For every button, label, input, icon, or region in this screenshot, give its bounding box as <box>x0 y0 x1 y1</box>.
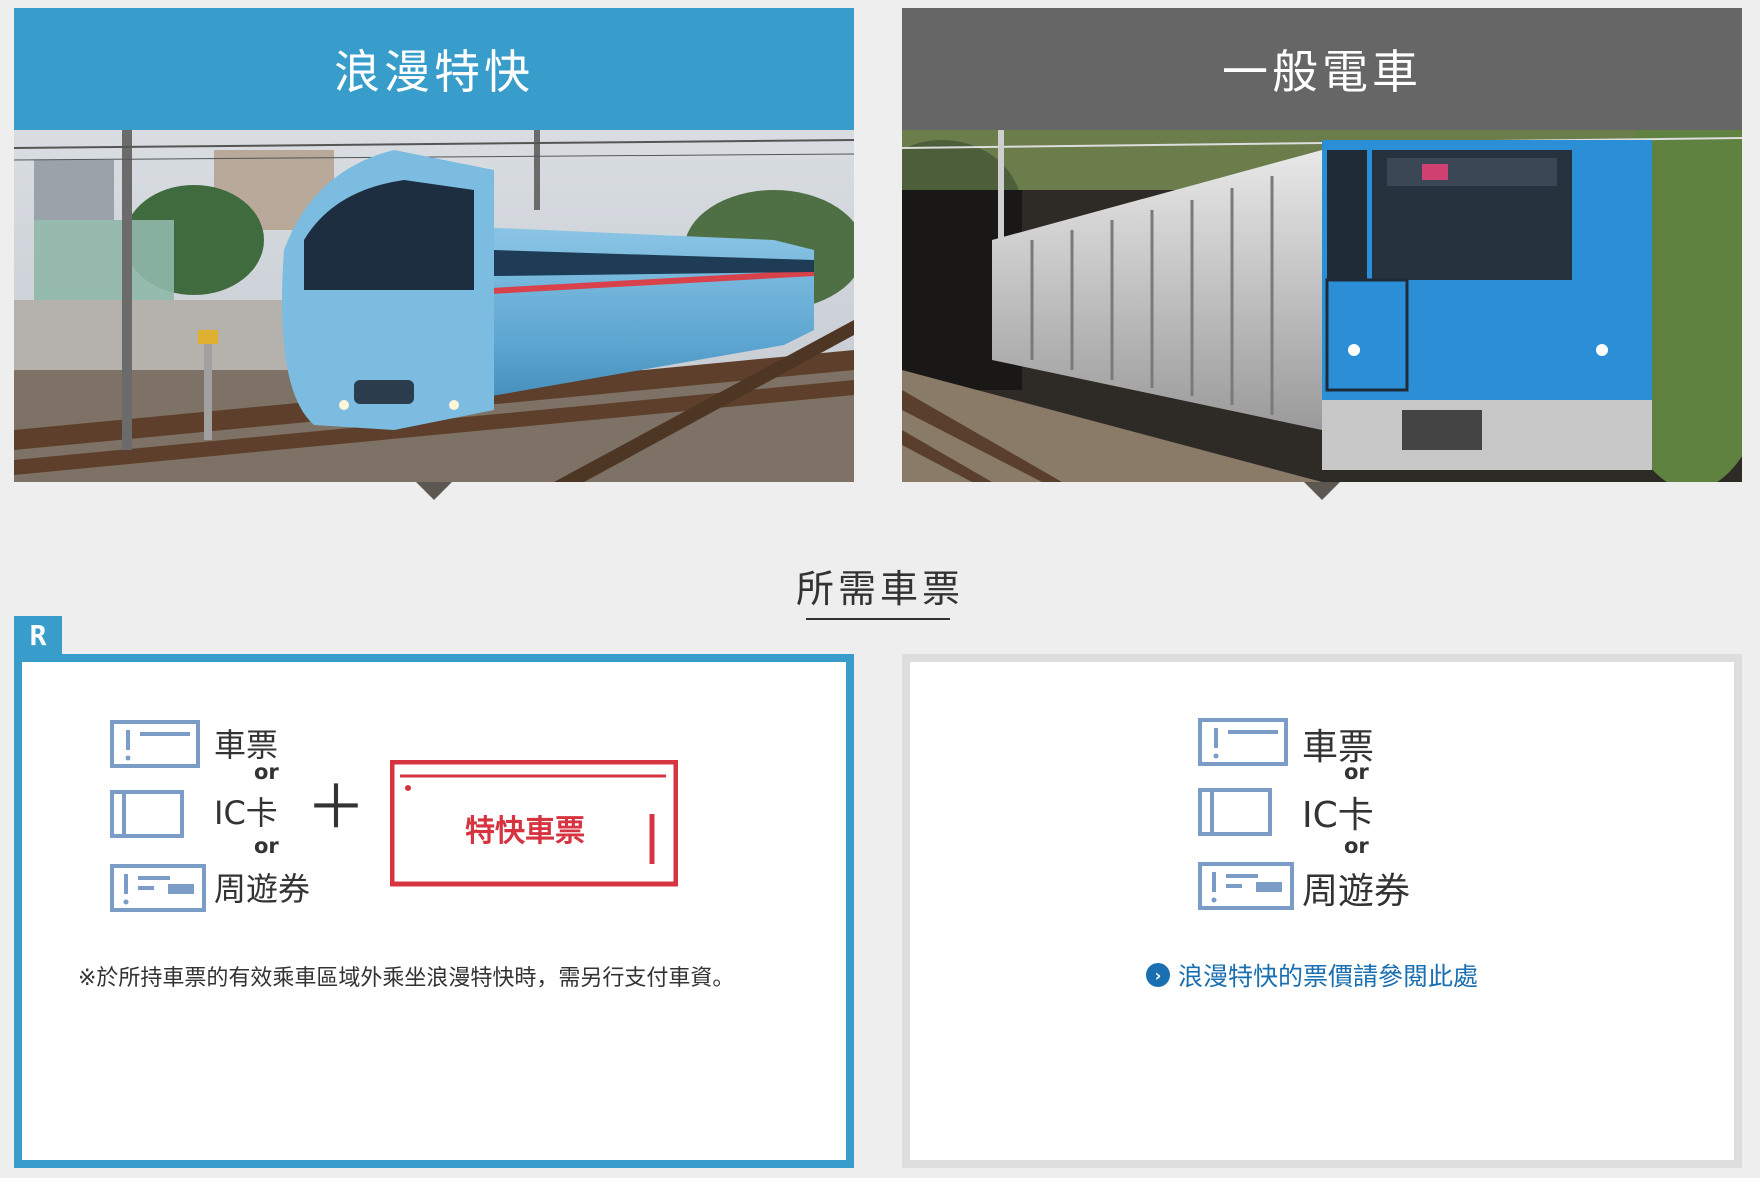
ic-card-icon <box>1198 788 1272 836</box>
romancecar-title: 浪漫特快 <box>334 45 534 99</box>
ic-card-icon <box>110 790 184 838</box>
or-label: or <box>1344 834 1369 858</box>
ticket-label-ic-card: IC卡 <box>214 794 278 832</box>
romancecar-fare-link[interactable]: › 浪漫特快的票價請參閱此處 <box>1146 957 1478 993</box>
ticket-icon <box>1198 718 1288 766</box>
local-train-pointer <box>1304 482 1340 500</box>
romancecar-badge: R <box>14 616 62 654</box>
local-train-image <box>902 130 1742 482</box>
plus-sign: ＋ <box>306 773 366 843</box>
romancecar-photo <box>14 130 854 482</box>
local-train-ticket-panel: 車票 or IC卡 or 周遊券 › 浪漫特快的票價請參閱此處 <box>902 654 1742 1168</box>
local-train-header: 一般電車 <box>902 8 1742 130</box>
section-title: 所需車票 <box>795 567 964 611</box>
ticket-label-ic-card: IC卡 <box>1302 795 1374 836</box>
pass-icon <box>110 864 206 912</box>
fare-note: ※於所持車票的有效乘車區域外乘坐浪漫特快時，需另行支付車資。 <box>78 966 735 991</box>
ticket-label-pass: 周遊券 <box>214 870 311 908</box>
local-train-title: 一般電車 <box>1222 45 1422 99</box>
or-label: or <box>254 834 279 858</box>
or-label: or <box>1344 760 1369 784</box>
ticket-label-pass: 周遊券 <box>1302 871 1411 912</box>
romancecar-card[interactable]: 浪漫特快 <box>14 8 854 500</box>
express-ticket: 特快車票 <box>390 760 678 888</box>
fare-link-label: 浪漫特快的票價請參閱此處 <box>1178 962 1479 991</box>
romancecar-train-image <box>14 130 854 482</box>
local-train-photo <box>902 130 1742 482</box>
chevron-right-icon: › <box>1146 963 1170 987</box>
ticket-icon <box>110 720 200 768</box>
local-train-card[interactable]: 一般電車 <box>902 8 1742 500</box>
express-ticket-label: 特快車票 <box>465 814 585 849</box>
romancecar-pointer <box>416 482 452 500</box>
romancecar-header: 浪漫特快 <box>14 8 854 130</box>
section-underline <box>806 618 950 620</box>
pass-icon <box>1198 862 1294 910</box>
romancecar-ticket-panel: 車票 or IC卡 or 周遊券 ＋ 特快車票 ※於所持車票的有效乘車區域外乘坐… <box>14 654 854 1168</box>
or-label: or <box>254 760 279 784</box>
